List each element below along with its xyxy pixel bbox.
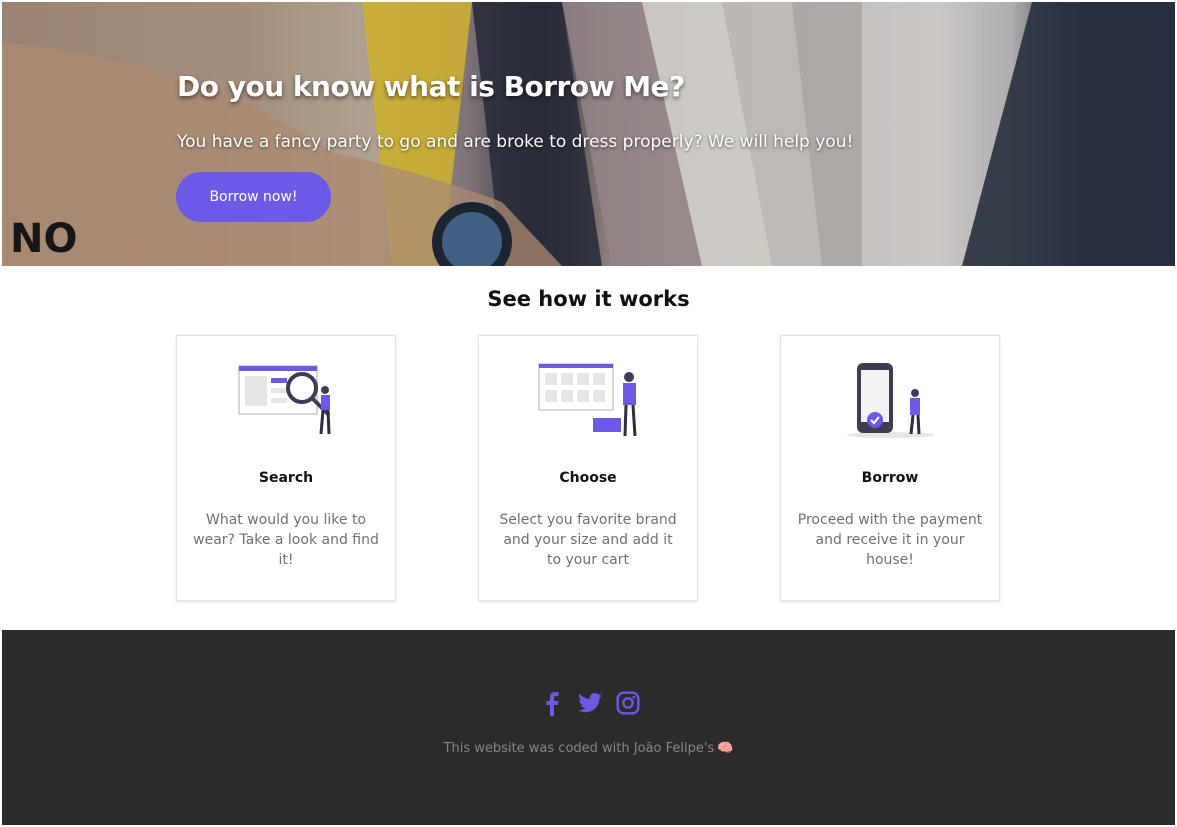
step-card-choose: Choose Select you favorite brand and you… — [478, 335, 698, 601]
hero-banner: NO Do you know what is Borrow Me? You ha… — [2, 2, 1175, 266]
hero-title: Do you know what is Borrow Me? — [177, 70, 685, 103]
section-title: See how it works — [487, 287, 690, 311]
footer: This website was coded with João Felipe'… — [2, 630, 1175, 825]
borrow-now-button[interactable]: Borrow now! — [176, 172, 331, 222]
step-description: Proceed with the payment and receive it … — [797, 512, 983, 568]
step-title: Choose — [559, 470, 617, 486]
step-card-borrow: Borrow Proceed with the payment and rece… — [780, 335, 1000, 601]
step-title: Borrow — [861, 470, 919, 486]
borrow-illustration-icon — [847, 363, 935, 438]
step-title: Search — [258, 470, 314, 486]
facebook-icon[interactable] — [539, 690, 565, 716]
choose-illustration-icon — [538, 363, 637, 437]
search-illustration-icon — [238, 365, 331, 435]
step-description: What would you like to wear? Take a look… — [193, 512, 379, 568]
hero-subtitle: You have a fancy party to go and are bro… — [177, 132, 854, 152]
twitter-icon[interactable] — [577, 690, 603, 716]
step-description: Select you favorite brand and your size … — [499, 512, 677, 568]
step-card-search: Search What would you like to wear? Take… — [176, 335, 396, 601]
brain-icon: 🧠 — [717, 741, 734, 756]
footer-credit-text: This website was coded with João Felipe'… — [443, 741, 715, 756]
footer-credit: This website was coded with João Felipe'… — [2, 741, 1175, 756]
social-links — [539, 690, 641, 716]
instagram-icon[interactable] — [615, 690, 641, 716]
